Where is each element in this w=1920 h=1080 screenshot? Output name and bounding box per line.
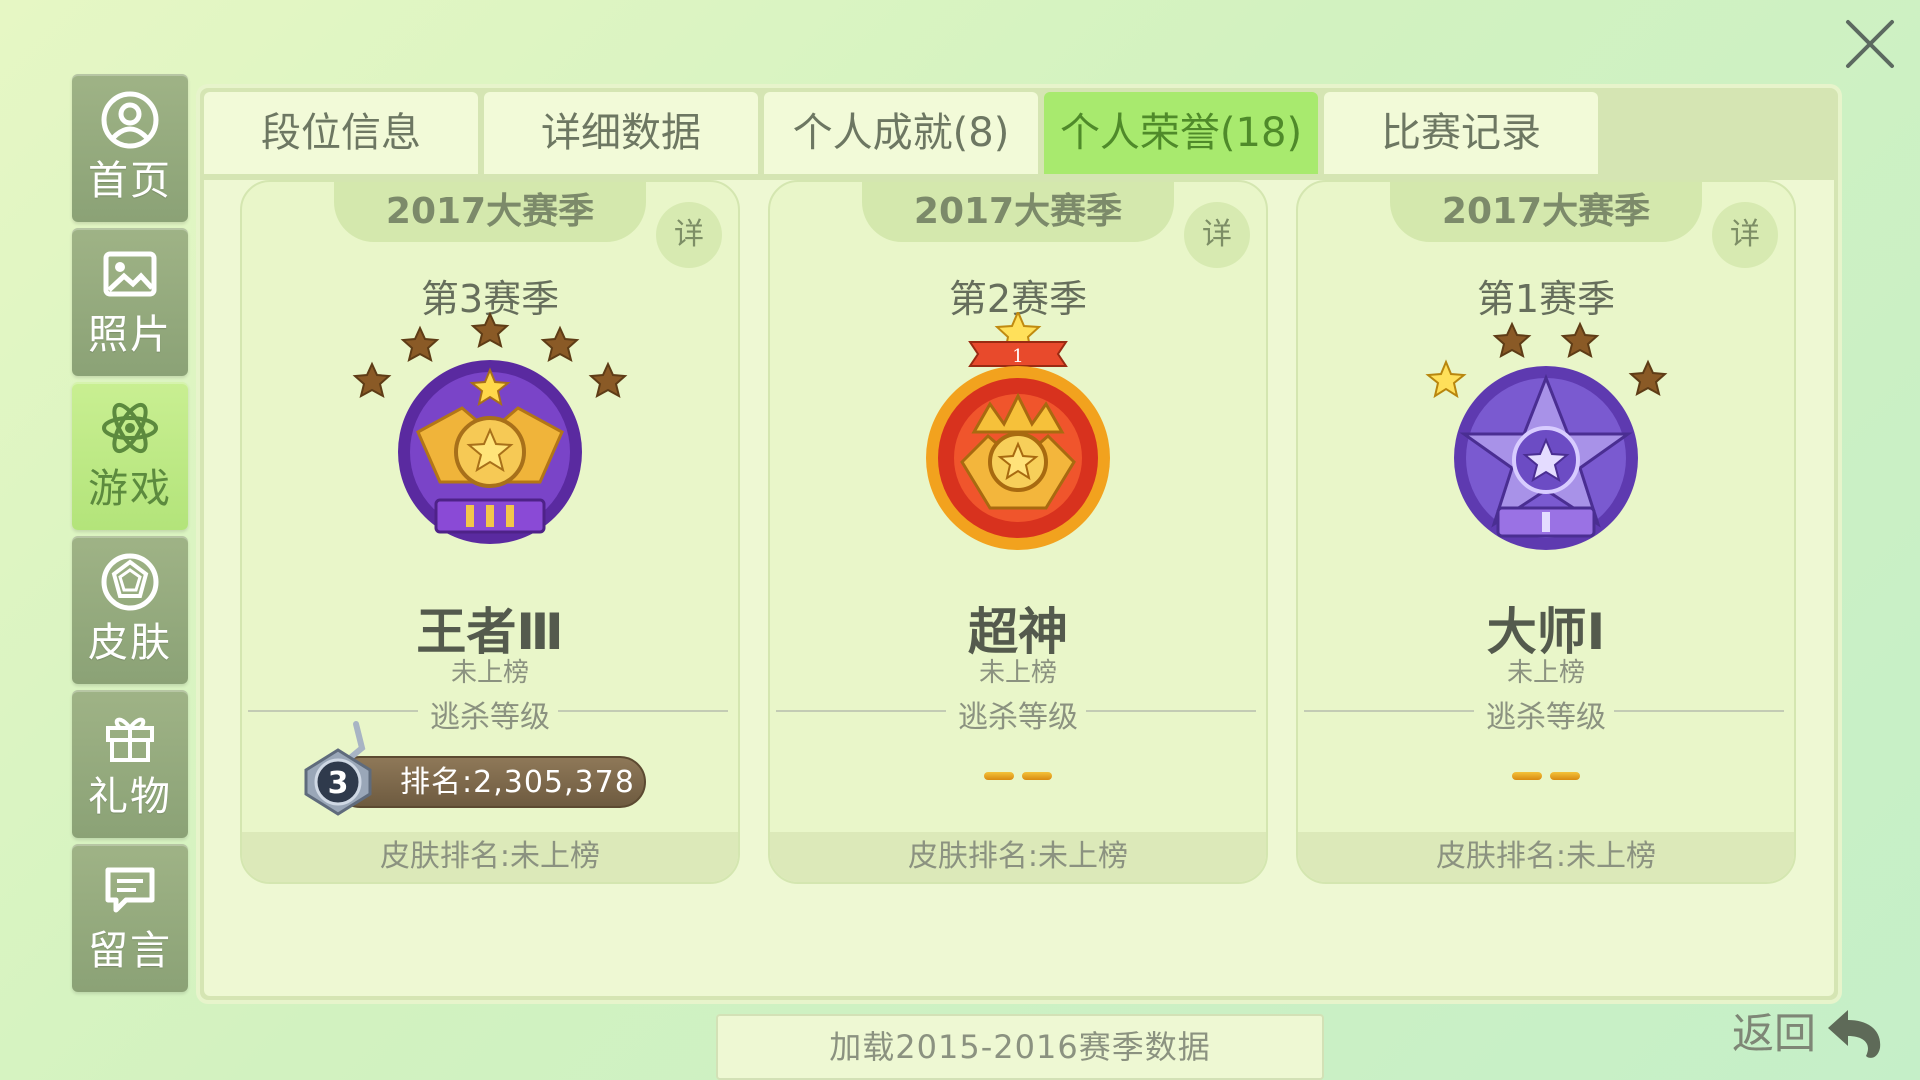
rank-status: 未上榜: [1506, 658, 1585, 688]
card-header: 2017大赛季: [334, 182, 646, 242]
escape-rank-pill: 排名:2,305,378: [334, 756, 646, 808]
sidebar-item-label: 礼物: [88, 774, 172, 820]
sidebar-item-game[interactable]: 游戏: [72, 382, 188, 530]
load-older-seasons-button[interactable]: 加载2015-2016赛季数据: [716, 1014, 1324, 1080]
season-card: 2017大赛季 详 第2赛季 1 超神 未上榜 逃杀等级 皮肤排名:未上榜: [768, 180, 1268, 884]
season-card: 2017大赛季 详 第3赛季 王者Ⅲ 未上榜 逃杀等级 排名:2,305,378…: [240, 180, 740, 884]
sidebar-item-photos[interactable]: 照片: [72, 228, 188, 376]
king-emblem-icon: [352, 312, 628, 544]
sidebar-item-messages[interactable]: 留言: [72, 844, 188, 992]
back-button[interactable]: 返回: [1732, 1004, 1908, 1064]
sidebar-item-label: 留言: [88, 928, 172, 974]
escape-level-label: 逃杀等级: [1486, 700, 1606, 735]
sidebar-item-skins[interactable]: 皮肤: [72, 536, 188, 684]
detail-button[interactable]: 详: [656, 202, 722, 268]
svg-text:1: 1: [1012, 346, 1023, 367]
empty-escape-rank: [770, 772, 1266, 780]
gift-icon: [106, 717, 154, 762]
tab-rank-info[interactable]: 段位信息: [204, 92, 478, 174]
atom-icon: [102, 402, 158, 454]
sidebar-item-label: 照片: [88, 312, 172, 358]
sidebar-item-label: 首页: [88, 158, 172, 204]
back-arrow-icon: [1828, 1010, 1881, 1058]
escape-level-label: 逃杀等级: [958, 700, 1078, 735]
detail-button[interactable]: 详: [1712, 202, 1778, 268]
close-icon: [1846, 20, 1894, 68]
dash: [984, 772, 1014, 780]
sidebar-item-home[interactable]: 首页: [72, 74, 188, 222]
god-emblem-icon: 1: [926, 312, 1110, 550]
skin-rank-footer: 皮肤排名:未上榜: [242, 832, 738, 882]
skin-rank-footer: 皮肤排名:未上榜: [1298, 832, 1794, 882]
sidebar-item-gifts[interactable]: 礼物: [72, 690, 188, 838]
back-label: 返回: [1732, 1009, 1817, 1058]
tab-detailed-data[interactable]: 详细数据: [484, 92, 758, 174]
tab-match-history[interactable]: 比赛记录: [1324, 92, 1598, 174]
honors-content: 2017大赛季 详 第3赛季 王者Ⅲ 未上榜 逃杀等级 排名:2,305,378…: [204, 180, 1834, 1080]
skin-rank-footer: 皮肤排名:未上榜: [770, 832, 1266, 882]
close-button[interactable]: [1836, 10, 1904, 78]
main-panel: 段位信息 详细数据 个人成就(8) 个人荣誉(18) 比赛记录 2017大赛季 …: [200, 88, 1838, 1080]
image-icon: [103, 251, 157, 297]
message-icon: [105, 867, 155, 913]
dash: [1022, 772, 1052, 780]
tab-achievements[interactable]: 个人成就(8): [764, 92, 1038, 174]
dash: [1550, 772, 1580, 780]
rank-status: 未上榜: [450, 658, 529, 688]
gem-icon: [101, 553, 159, 611]
sidebar-item-label: 游戏: [88, 466, 172, 512]
user-icon: [101, 91, 159, 149]
escape-level-badge: 3: [304, 721, 372, 816]
empty-escape-rank: [1298, 772, 1794, 780]
card-header: 2017大赛季: [862, 182, 1174, 242]
card-header: 2017大赛季: [1390, 182, 1702, 242]
tab-honors[interactable]: 个人荣誉(18): [1044, 92, 1318, 174]
rank-status: 未上榜: [978, 658, 1057, 688]
dash: [1512, 772, 1542, 780]
master-emblem-icon: [1425, 321, 1668, 550]
svg-text:3: 3: [328, 766, 349, 801]
season-card: 2017大赛季 详 第1赛季 大师Ⅰ 未上榜 逃杀等级 皮肤排名:未上榜: [1296, 180, 1796, 884]
sidebar-item-label: 皮肤: [88, 620, 172, 666]
detail-button[interactable]: 详: [1184, 202, 1250, 268]
